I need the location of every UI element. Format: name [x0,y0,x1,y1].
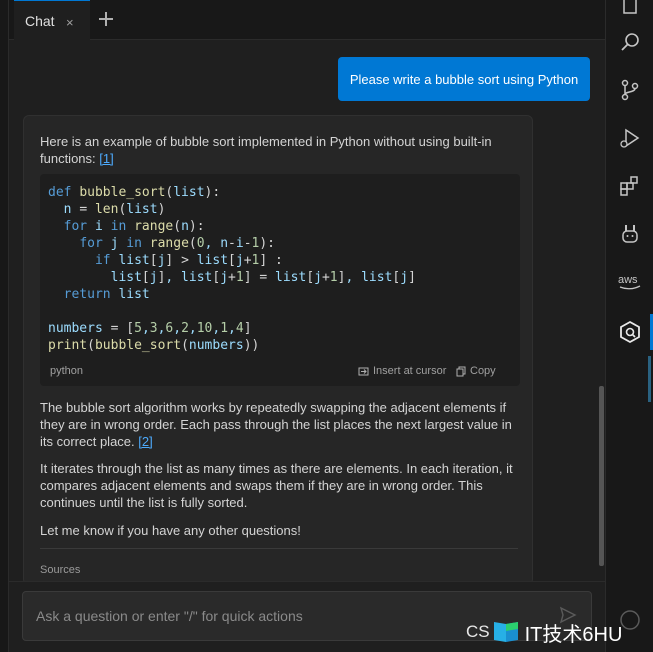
insert-at-cursor-label: Insert at cursor [373,365,447,377]
chat-panel: Please write a bubble sort using Python … [9,41,605,581]
svg-text:aws: aws [618,274,638,286]
code-content: def bubble_sort(list): n = len(list) for… [48,185,416,353]
assistant-response-card: Here is an example of bubble sort implem… [23,115,533,581]
insert-icon [358,367,369,375]
tab-chat-label: Chat [25,12,55,29]
minimap-indicator [648,356,651,402]
code-block: def bubble_sort(list): n = len(list) for… [40,174,520,386]
activity-bar: aws [605,0,653,652]
user-message-text: Please write a bubble sort using Python [349,71,579,87]
source-control-icon[interactable] [616,76,644,104]
search-icon[interactable] [616,28,644,56]
rabbit-extension-icon[interactable] [616,220,644,248]
copy-button[interactable]: Copy [456,365,496,377]
watermark-prefix: CS [466,622,490,641]
extensions-icon[interactable] [616,172,644,200]
run-and-debug-icon[interactable] [616,124,644,152]
reference-link-1[interactable]: [1] [99,151,113,166]
watermark-logo-icon [493,622,518,642]
explorer-icon[interactable] [616,0,644,18]
amazon-q-icon[interactable] [616,318,644,346]
code-language-label: python [50,365,84,377]
watermark-text: IT技术6HU [524,623,623,646]
add-tab-icon[interactable] [98,11,114,27]
sources-divider [40,548,518,549]
app-window: Chat × Please write a bubble sort using … [0,0,653,652]
tab-chat[interactable]: Chat × [14,0,90,40]
response-paragraph-1: The bubble sort algorithm works by repea… [40,399,518,450]
response-paragraph-1-text: The bubble sort algorithm works by repea… [40,400,512,449]
response-intro: Here is an example of bubble sort implem… [40,133,518,167]
user-message: Please write a bubble sort using Python [338,57,590,101]
response-paragraph-3: Let me know if you have any other questi… [40,523,301,538]
sources-label: Sources [40,564,81,576]
copy-icon [456,366,466,376]
reference-link-2[interactable]: [2] [138,434,152,449]
code-block-footer: python Insert at cursor Copy [40,360,520,382]
insert-at-cursor-button[interactable]: Insert at cursor [358,365,446,377]
scrollbar-thumb[interactable] [599,386,604,566]
copy-label: Copy [470,365,496,377]
watermark: CS IT技术6HU [466,612,653,652]
chat-input[interactable] [36,608,536,624]
aws-icon[interactable]: aws [616,268,644,296]
left-editor-edge [0,0,9,652]
tab-bar: Chat × [9,0,605,40]
response-paragraph-2: It iterates through the list as many tim… [40,461,513,510]
close-icon[interactable]: × [66,15,74,30]
